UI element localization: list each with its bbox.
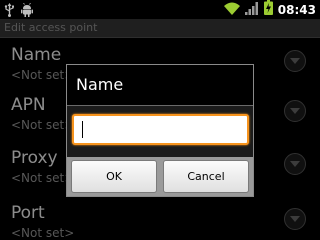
cancel-button[interactable]: Cancel [163,160,249,193]
status-time: 08:43 [277,2,316,17]
status-bar: 08:43 [0,0,320,19]
dialog-button-bar: OK Cancel [67,157,253,196]
dialog-title: Name [76,75,124,94]
dialog-body [67,106,253,157]
battery-charging-icon [263,0,273,19]
name-input[interactable] [72,114,249,145]
text-caret [82,121,83,138]
signal-icon [244,0,259,19]
ok-button[interactable]: OK [71,160,157,193]
wifi-icon [223,0,240,19]
edit-name-dialog: Name OK Cancel [66,64,254,197]
